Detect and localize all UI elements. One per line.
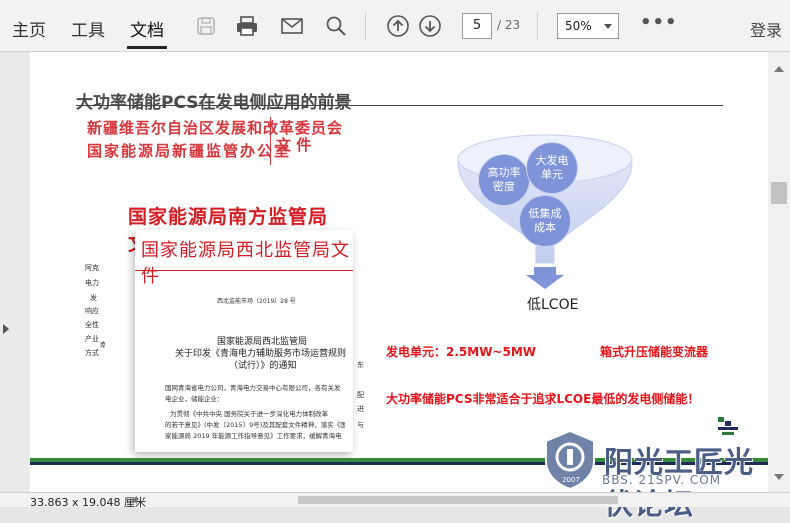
- bubble-large-unit: 大发电 单元: [526, 142, 578, 194]
- bubble-label: 大发电 单元: [535, 154, 569, 181]
- doc-fragment: 响应: [85, 307, 99, 315]
- active-tab-indicator: [127, 46, 167, 49]
- doc-fragment: 与: [357, 421, 364, 429]
- watermark-year: 2007: [562, 476, 580, 484]
- doc-header-xinjiang-2: 国家能源局新疆监管办公室: [87, 142, 292, 160]
- scroll-down-icon[interactable]: [774, 474, 784, 480]
- company-logo: [716, 415, 740, 441]
- print-icon[interactable]: [234, 13, 260, 39]
- login-button[interactable]: 登录: [750, 17, 782, 41]
- save-icon[interactable]: [193, 13, 219, 39]
- doc-fragment: 东: [357, 361, 364, 369]
- document-page: 大功率储能PCS在发电侧应用的前景 新疆维吾尔自治区发展和改革委员会 国家能源局…: [30, 52, 768, 521]
- scrollbar-thumb[interactable]: [771, 182, 787, 204]
- doc-fragment: 配: [357, 391, 364, 399]
- doc-header-divider: [270, 117, 271, 165]
- doc-body-line: 电企业，储能企业：: [165, 395, 224, 403]
- doc-fragment: 进: [357, 405, 364, 413]
- toolbar: 主页 工具 文档 5 / 23 50% ••• 登录: [0, 0, 790, 52]
- scroll-left-icon[interactable]: [132, 496, 137, 504]
- scroll-up-icon[interactable]: [774, 66, 784, 72]
- arrow-up-circle-icon[interactable]: [385, 13, 411, 39]
- toolbar-separator: [365, 12, 366, 40]
- doc-northwest-bureau: 国家能源局西北监管局文件 西北监能市场〔2019〕28 号 国家能源局西北监管局…: [135, 230, 353, 452]
- slide-title: 大功率储能PCS在发电侧应用的前景: [76, 93, 352, 113]
- tab-tools[interactable]: 工具: [71, 16, 105, 41]
- bubble-high-power-density: 高功率 密度: [478, 154, 530, 206]
- bubble-label: 低集成 成本: [528, 207, 562, 234]
- more-options-icon[interactable]: •••: [640, 12, 678, 33]
- forum-watermark-badge: [538, 427, 602, 495]
- chevron-down-icon: [604, 24, 612, 29]
- bubble-low-integration-cost: 低集成 成本: [519, 195, 571, 247]
- doc-fragment: 发: [90, 294, 97, 302]
- forum-watermark-url: BBS. 21SPV. COM: [602, 473, 722, 487]
- doc-body-line: 家能源局 2019 年能源工作指导意见》工作要求，缓解青海电: [165, 432, 342, 440]
- doc-body-line: 的若干意见》(中发〔2015〕9号)及其配套文件精神，落实《国: [165, 421, 345, 429]
- scrollbar-thumb[interactable]: [298, 496, 618, 504]
- horizontal-scrollbar[interactable]: [128, 494, 768, 506]
- doc-fragment: 全性: [85, 321, 99, 329]
- bubble-label: 高功率 密度: [487, 166, 521, 193]
- title-divider: [76, 105, 723, 106]
- doc-fragment: 阿克: [85, 264, 99, 272]
- doc-body-line: 为贯彻《中共中央 国务院关于进一步深化电力体制改革: [170, 410, 329, 418]
- generation-unit-text: 发电单元：2.5MW~5MW: [386, 345, 537, 359]
- doc-title-northwest: 国家能源局西北监管局文件: [141, 240, 350, 287]
- zoom-value: 50%: [565, 19, 592, 33]
- doc-notice-title-2: （试行）》的通知: [229, 361, 297, 371]
- doc-fragment: 产业: [85, 335, 99, 343]
- boost-converter-text: 箱式升压储能变流器: [600, 345, 709, 359]
- vertical-scrollbar[interactable]: [768, 52, 790, 492]
- page-number-input[interactable]: 5: [462, 13, 492, 39]
- page-total: / 23: [497, 18, 521, 32]
- doc-body-line: 国网青海省电力公司，青海电力交易中心有限公司，各有关发: [165, 384, 341, 392]
- lcoe-label: 低LCOE: [527, 297, 579, 313]
- expand-panel-icon[interactable]: [3, 324, 9, 334]
- doc-fragment: 电力: [85, 279, 99, 287]
- arrow-down-circle-icon[interactable]: [417, 13, 443, 39]
- conclusion-text: 大功率储能PCS非常适合于追求LCOE最低的发电侧储能！: [386, 392, 700, 406]
- tab-home[interactable]: 主页: [12, 16, 46, 41]
- doc-number: 西北监能市场〔2019〕28 号: [217, 298, 296, 305]
- doc-header-wenjian: 文 件: [276, 136, 312, 154]
- zoom-select[interactable]: 50%: [557, 13, 619, 39]
- left-panel-strip: [0, 52, 30, 492]
- tab-document[interactable]: 文档: [130, 16, 164, 41]
- toolbar-separator: [537, 12, 538, 40]
- status-bar: 33.863 x 19.048 厘米: [0, 492, 790, 509]
- doc-title-rule: [135, 270, 353, 271]
- doc-fragment: 方式: [85, 349, 99, 357]
- mail-icon[interactable]: [279, 13, 305, 39]
- search-icon[interactable]: [323, 13, 349, 39]
